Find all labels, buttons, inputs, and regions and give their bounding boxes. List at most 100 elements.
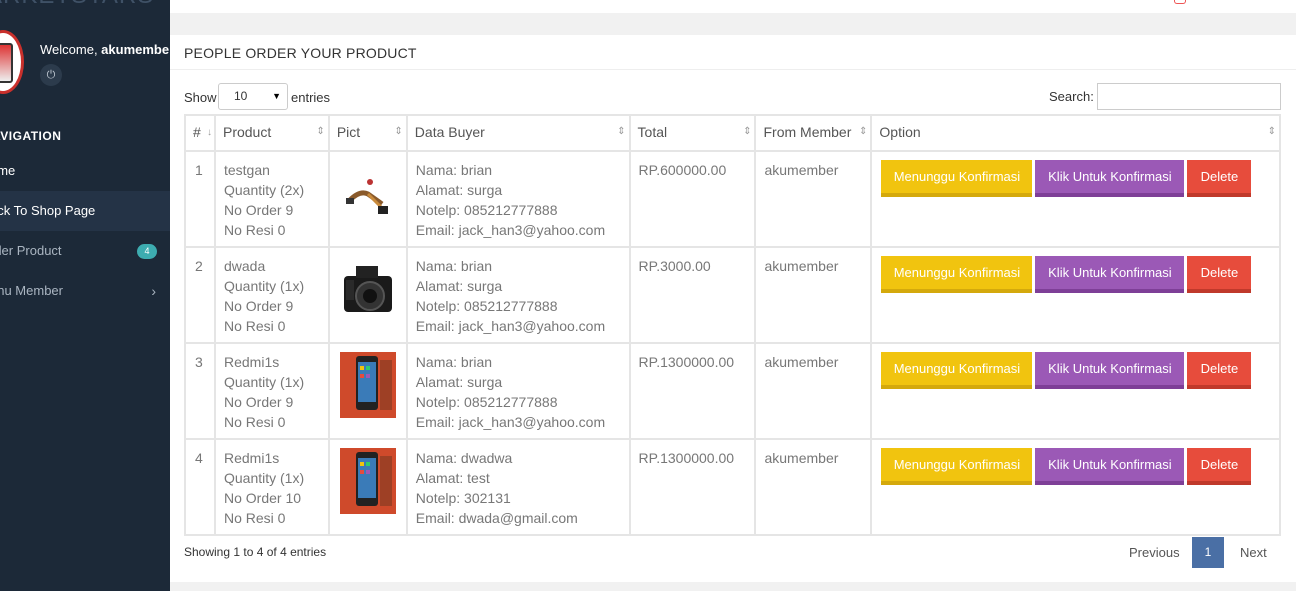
buyer-email: Email: jack_han3@yahoo.com [415,318,606,334]
phone-image-icon [0,43,13,83]
row-number: 1 [184,150,216,248]
action-buttons: Menunggu Konfirmasi Klik Untuk Konfirmas… [880,352,1271,392]
column-label: Pict [336,124,361,140]
sidebar: ARKETSTARS Welcome, akumember ⏻ AVIGATIO… [0,0,170,591]
table-info: Showing 1 to 4 of 4 entries [184,545,327,559]
column-label: From Member [763,124,852,140]
column-header-total[interactable]: Total ⇕ [628,114,757,152]
table-row: 4 Redmi1s Quantity (1x) No Order 10 No R… [184,438,1281,536]
confirm-button[interactable]: Klik Untuk Konfirmasi [1035,448,1185,485]
product-quantity: Quantity (1x) [223,374,305,390]
pending-confirmation-button[interactable]: Menunggu Konfirmasi [881,352,1033,389]
sort-icon: ⇕ [316,126,324,137]
pending-confirmation-button[interactable]: Menunggu Konfirmasi [881,160,1033,197]
table-header-row: # ↓ Product ⇕ Pict ⇕ Data Buyer ⇕ Total ⇕ Fro… [184,114,1281,152]
sort-icon: ⇕ [617,126,625,137]
power-icon[interactable]: ⏻ [40,64,62,86]
camera-image [339,256,396,322]
username: akumember [101,42,170,57]
action-buttons: Menunggu Konfirmasi Klik Untuk Konfirmas… [880,160,1271,200]
product-quantity: Quantity (1x) [223,278,305,294]
confirm-button[interactable]: Klik Untuk Konfirmasi [1035,352,1185,389]
sidebar-item-menu-member[interactable]: enu Member › [0,271,170,311]
column-header-product[interactable]: Product ⇕ [213,114,330,152]
total-cell: RP.1300000.00 [628,342,757,440]
delete-button[interactable]: Delete [1187,352,1252,389]
notification-icon[interactable] [1174,0,1186,4]
confirm-button[interactable]: Klik Untuk Konfirmasi [1035,160,1185,197]
option-cell: Menunggu Konfirmasi Klik Untuk Konfirmas… [870,246,1281,344]
resi-number: No Resi 0 [223,510,286,526]
from-member-cell: akumember [754,246,873,344]
confirm-button[interactable]: Klik Untuk Konfirmasi [1035,256,1185,293]
show-label: Show [184,90,217,105]
delete-button[interactable]: Delete [1187,448,1252,485]
search-label: Search: [1049,89,1094,104]
row-number: 2 [184,246,216,344]
delete-button[interactable]: Delete [1187,256,1252,293]
chevron-right-icon: › [151,283,156,299]
option-cell: Menunggu Konfirmasi Klik Untuk Konfirmas… [870,438,1281,536]
sidebar-item-label: enu Member [0,283,63,298]
buyer-name: Nama: dwadwa [415,450,513,466]
table-row: 1 testgan Quantity (2x) No Order 9 No Re… [184,150,1281,248]
phone-image [339,448,396,514]
pict-cell [327,438,408,536]
top-bar [170,0,1299,13]
sort-icon: ⇕ [743,126,751,137]
column-header-option[interactable]: Option ⇕ [870,114,1281,152]
avatar [0,30,24,94]
buyer-name: Nama: brian [415,162,493,178]
sidebar-item-home[interactable]: ome [0,151,170,191]
buyer-cell: Nama: brian Alamat: surga Notelp: 085212… [405,150,631,248]
column-header-from-member[interactable]: From Member ⇕ [754,114,873,152]
buyer-phone: Notelp: 085212777888 [415,298,558,314]
sidebar-item-order-product[interactable]: rder Product 4 [0,231,170,271]
from-member-cell: akumember [754,150,873,248]
sort-icon: ⇕ [394,126,402,137]
orders-table: # ↓ Product ⇕ Pict ⇕ Data Buyer ⇕ Total ⇕ Fro… [184,114,1281,536]
pending-confirmation-button[interactable]: Menunggu Konfirmasi [881,256,1033,293]
sort-desc-icon: ↓ [206,127,212,138]
buyer-phone: Notelp: 085212777888 [415,394,558,410]
column-header-data-buyer[interactable]: Data Buyer ⇕ [405,114,631,152]
buyer-email: Email: dwada@gmail.com [415,510,578,526]
from-member-cell: akumember [754,342,873,440]
sidebar-item-label: rder Product [0,243,62,258]
buyer-name: Nama: brian [415,258,493,274]
welcome-text: Welcome, akumember [40,42,170,57]
product-quantity: Quantity (1x) [223,470,305,486]
pagination-previous[interactable]: Previous [1129,545,1180,560]
column-header-pict[interactable]: Pict ⇕ [327,114,408,152]
delete-button[interactable]: Delete [1187,160,1252,197]
search-input[interactable] [1097,83,1281,110]
product-name: Redmi1s [223,354,280,370]
pagination-next[interactable]: Next [1240,545,1267,560]
buyer-phone: Notelp: 302131 [415,490,511,506]
welcome-prefix: Welcome, [40,42,102,57]
sidebar-nav: ome ack To Shop Page rder Product 4 enu M… [0,151,170,311]
from-member-cell: akumember [754,438,873,536]
table-row: 3 Redmi1s Quantity (1x) No Order 9 No Re… [184,342,1281,440]
pending-confirmation-button[interactable]: Menunggu Konfirmasi [881,448,1033,485]
product-cell: Redmi1s Quantity (1x) No Order 9 No Resi… [213,342,330,440]
pict-cell [327,246,408,344]
product-cell: dwada Quantity (1x) No Order 9 No Resi 0 [213,246,330,344]
sidebar-item-label: ack To Shop Page [0,203,96,218]
product-name: Redmi1s [223,450,280,466]
entries-select[interactable]: 10 ▼ [218,83,288,110]
order-number: No Order 10 [223,490,302,506]
buyer-address: Alamat: surga [415,374,503,390]
pagination-page-1[interactable]: 1 [1192,537,1224,568]
action-buttons: Menunggu Konfirmasi Klik Untuk Konfirmas… [880,256,1271,296]
buyer-cell: Nama: brian Alamat: surga Notelp: 085212… [405,246,631,344]
entries-label: entries [291,90,331,105]
buyer-cell: Nama: brian Alamat: surga Notelp: 085212… [405,342,631,440]
resi-number: No Resi 0 [223,414,286,430]
cable-part-image [339,160,396,226]
column-header-number[interactable]: # ↓ [184,114,216,152]
column-label: Total [637,124,668,140]
total-cell: RP.3000.00 [628,246,757,344]
sidebar-item-back-to-shop[interactable]: ack To Shop Page [0,191,170,231]
total-cell: RP.1300000.00 [628,438,757,536]
